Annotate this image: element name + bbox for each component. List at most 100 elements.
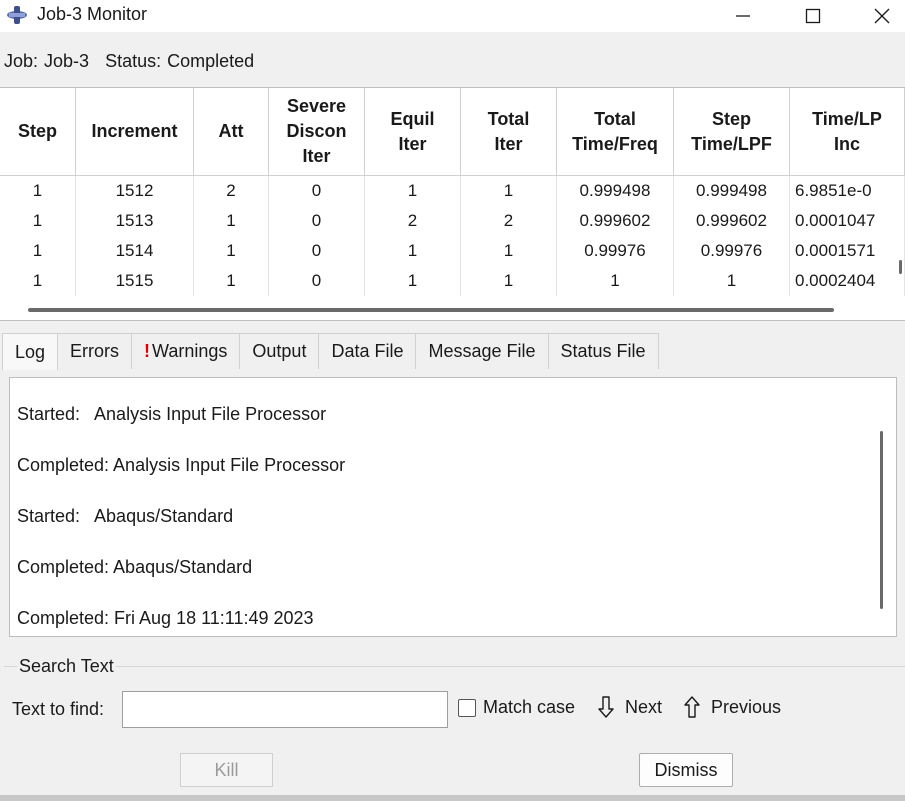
job-value: Job-3 xyxy=(44,51,90,71)
tab-label: Status File xyxy=(560,341,646,361)
table-cell: 0.999602 xyxy=(674,206,790,236)
table-cell: 1 xyxy=(194,236,269,266)
maximize-button[interactable] xyxy=(790,0,836,32)
log-line: Started: Abaqus/Standard xyxy=(17,506,234,526)
tab-label: Message File xyxy=(428,341,536,361)
abaqus-app-icon xyxy=(7,6,27,24)
table-cell: 1 xyxy=(194,206,269,236)
table-cell: 1 xyxy=(0,266,76,296)
column-header-label: Increment xyxy=(91,121,178,141)
column-header[interactable]: Equil Iter xyxy=(365,88,461,176)
table-row[interactable]: 1 1515 1 0 1 1 1 1 0.0002404 xyxy=(0,266,905,296)
arrow-down-icon xyxy=(598,696,614,718)
table-cell: 1514 xyxy=(76,236,194,266)
tab-output[interactable]: Output xyxy=(239,333,320,369)
column-header-label: Total Time/Freq xyxy=(572,108,658,154)
table-cell: 0 xyxy=(269,206,365,236)
tab-label: Data File xyxy=(331,341,404,361)
table-cell: 1 xyxy=(0,236,76,266)
table-cell: 0 xyxy=(269,176,365,206)
job-label: Job: xyxy=(4,51,39,71)
table-cell: 0.999498 xyxy=(674,176,790,206)
table-cell: 1515 xyxy=(76,266,194,296)
previous-label: Previous xyxy=(711,696,782,717)
tab-data-file[interactable]: Data File xyxy=(318,333,417,369)
table-cell: 1 xyxy=(194,266,269,296)
job-status-line: Job: Job-3 Status: Completed xyxy=(4,51,260,72)
table-cell: 0.999498 xyxy=(557,176,674,206)
column-header[interactable]: Time/LP Inc xyxy=(790,88,905,176)
search-group-legend: Search Text xyxy=(17,656,116,677)
find-input[interactable] xyxy=(122,691,448,728)
warning-exclamation-icon: ! xyxy=(144,341,151,361)
table-cell: 0.0002404 xyxy=(790,266,905,296)
title-bar: Job-3 Monitor xyxy=(0,0,905,32)
column-header-label: Step xyxy=(17,121,57,141)
table-cell: 0 xyxy=(269,266,365,296)
table-horizontal-scrollbar[interactable] xyxy=(28,308,834,312)
column-header[interactable]: Total Iter xyxy=(461,88,557,176)
window-title: Job-3 Monitor xyxy=(37,4,148,24)
column-header[interactable]: Increment xyxy=(76,88,194,176)
table-cell: 1 xyxy=(365,176,461,206)
table-cell: 1 xyxy=(0,176,76,206)
log-line: Completed: Fri Aug 18 11:11:49 2023 xyxy=(17,608,314,628)
table-cell: 1 xyxy=(557,266,674,296)
column-header-label: Step Time/LPF xyxy=(691,108,772,154)
table-cell: 2 xyxy=(461,206,557,236)
column-header[interactable]: Att xyxy=(194,88,269,176)
column-header[interactable]: Step xyxy=(0,88,76,176)
tab-label: Output xyxy=(252,341,307,361)
table-cell: 1 xyxy=(0,206,76,236)
close-icon xyxy=(874,8,890,24)
close-button[interactable] xyxy=(859,0,905,32)
tab-label: Errors xyxy=(70,341,120,361)
table-cell: 1 xyxy=(461,236,557,266)
tab-status-file[interactable]: Status File xyxy=(547,333,659,369)
table-vertical-scrollbar[interactable] xyxy=(899,260,902,274)
match-case-label: Match case xyxy=(483,697,576,717)
tab-message-file[interactable]: Message File xyxy=(415,333,549,369)
checkbox-box[interactable] xyxy=(458,698,476,717)
log-output[interactable]: Started: Analysis Input File Processor Co… xyxy=(9,377,897,637)
table-row[interactable]: 1 1512 2 0 1 1 0.999498 0.999498 6.9851e-0 xyxy=(0,176,905,206)
next-button[interactable]: Next xyxy=(598,696,662,718)
log-line: Completed: Analysis Input File Processor xyxy=(17,455,346,475)
tab-label: Log xyxy=(15,341,46,362)
table-cell: 1512 xyxy=(76,176,194,206)
tab-label: Warnings xyxy=(152,341,228,361)
table-cell: 1 xyxy=(461,266,557,296)
column-header-label: Time/LP Inc xyxy=(812,108,882,154)
dismiss-button[interactable]: Dismiss xyxy=(639,753,733,787)
table-cell: 1 xyxy=(365,266,461,296)
kill-button[interactable]: Kill xyxy=(180,753,273,787)
tab-errors[interactable]: Errors xyxy=(57,333,133,369)
column-header[interactable]: Severe Discon Iter xyxy=(269,88,365,176)
table-row[interactable]: 1 1514 1 0 1 1 0.99976 0.99976 0.0001571 xyxy=(0,236,905,266)
table-cell: 1513 xyxy=(76,206,194,236)
log-vertical-scrollbar[interactable] xyxy=(880,431,883,609)
tab-log[interactable]: Log xyxy=(2,333,59,370)
table-cell: 2 xyxy=(194,176,269,206)
previous-button[interactable]: Previous xyxy=(684,696,781,718)
tab-bar: Log Errors! Warnings Output Data File Message… xyxy=(2,333,659,370)
table-cell: 6.9851e-0 xyxy=(790,176,905,206)
table-cell: 2 xyxy=(365,206,461,236)
match-case-checkbox[interactable]: Match case xyxy=(458,697,575,718)
search-text-group: Search Text Text to find: Match case Nex… xyxy=(4,656,905,739)
table-cell: 1 xyxy=(461,176,557,206)
column-header-label: Att xyxy=(218,121,244,141)
column-header[interactable]: Step Time/LPF xyxy=(674,88,790,176)
table-row[interactable]: 1 1513 1 0 2 2 0.999602 0.999602 0.0001047 xyxy=(0,206,905,236)
table-cell: 1 xyxy=(674,266,790,296)
next-label: Next xyxy=(625,696,663,717)
minimize-button[interactable] xyxy=(720,0,766,32)
find-label: Text to find: xyxy=(12,699,105,719)
table-cell: 1 xyxy=(365,236,461,266)
tab-warnings[interactable]: ! Warnings xyxy=(131,333,241,369)
column-header[interactable]: Total Time/Freq xyxy=(557,88,674,176)
maximize-icon xyxy=(805,8,821,24)
column-header-label: Total Iter xyxy=(487,108,530,154)
increment-table[interactable]: Step Increment Att Severe Discon Iter Equil … xyxy=(0,87,905,321)
minimize-icon xyxy=(736,15,750,17)
